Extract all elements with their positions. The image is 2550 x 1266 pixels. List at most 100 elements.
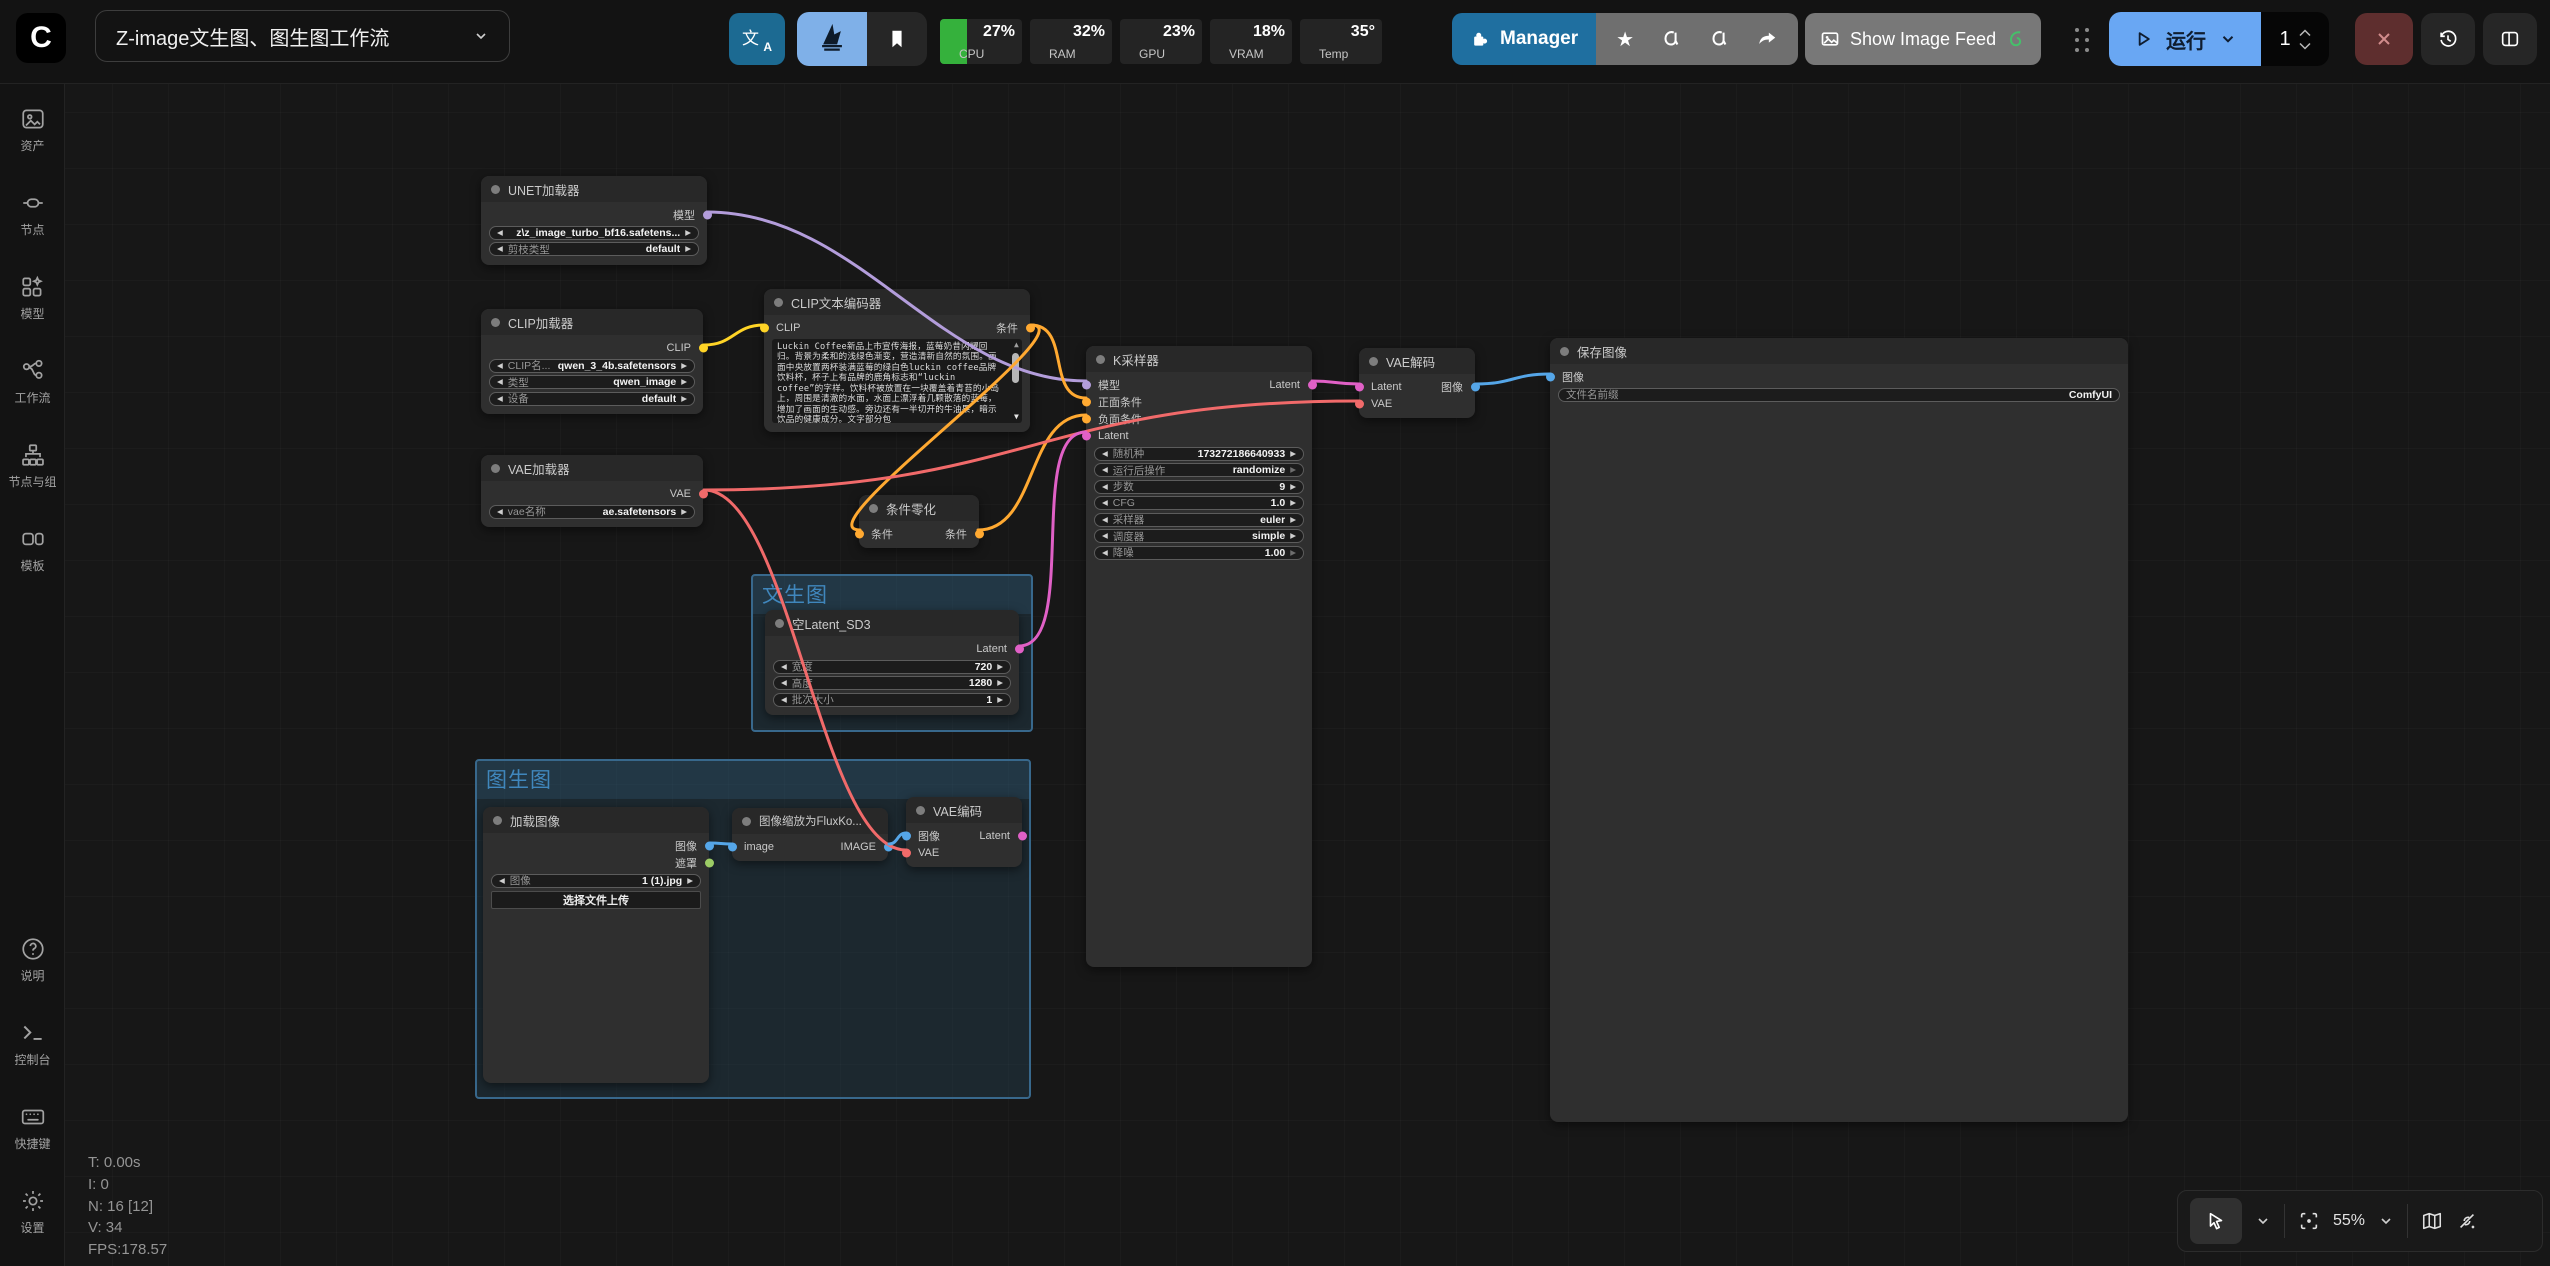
sidebar-item-nodes[interactable]: 节点 [0,190,65,238]
output-port-latent[interactable] [1308,380,1317,389]
node-image-scale-fluxkontext[interactable]: 图像缩放为FluxKo... image IMAGE [732,808,888,861]
widget-scheduler[interactable]: ◀ 调度器 simple ▶ [1094,529,1304,543]
run-button[interactable]: 运行 [2109,12,2261,66]
node-vae-encode[interactable]: VAE编码 图像 Latent VAE [906,797,1022,867]
increment-arrow-icon[interactable]: ▶ [1290,549,1296,557]
custom-a-icon[interactable] [1708,28,1730,50]
widget-image-file[interactable]: ◀ 图像 1 (1).jpg ▶ [491,874,701,888]
increment-arrow-icon[interactable]: ▶ [997,696,1003,704]
widget-filename-prefix[interactable]: 文件名前缀 ComfyUI [1558,388,2120,402]
node-ksampler[interactable]: K采样器 模型 Latent 正面条件 负面条件 Latent ◀ 随机种 17… [1086,346,1312,967]
panel-toggle-button[interactable] [2483,13,2537,65]
input-port-model[interactable] [1082,380,1091,389]
zoom-level[interactable]: 55% [2333,1212,2365,1230]
stepper-down-icon[interactable] [2299,42,2311,50]
decrement-arrow-icon[interactable]: ◀ [497,362,503,370]
output-port-vae[interactable] [699,489,708,498]
chevron-down-icon[interactable] [2255,1213,2271,1229]
increment-arrow-icon[interactable]: ▶ [685,245,691,253]
decrement-arrow-icon[interactable]: ◀ [1102,483,1108,491]
node-clip-text-encode[interactable]: CLIP文本编码器 CLIP 条件 Luckin Coffee新品上市宣传海报，… [764,289,1030,432]
decrement-arrow-icon[interactable]: ◀ [1102,450,1108,458]
cancel-button[interactable] [2355,13,2413,65]
increment-arrow-icon[interactable]: ▶ [681,378,687,386]
output-port-clip[interactable] [699,343,708,352]
input-port-image[interactable] [902,831,911,840]
node-save-image[interactable]: 保存图像 图像 文件名前缀 ComfyUI [1550,338,2128,1122]
widget-clip-type[interactable]: ◀ 类型 qwen_image ▶ [489,375,695,389]
fit-view-icon[interactable] [2298,1210,2320,1232]
output-port-image[interactable] [705,841,714,850]
increment-arrow-icon[interactable]: ▶ [1290,483,1296,491]
output-port-image[interactable] [1471,382,1480,391]
sidebar-item-assets[interactable]: 资产 [0,106,65,154]
sidebar-item-models[interactable]: 模型 [0,274,65,322]
widget-batch-size[interactable]: ◀ 批次大小 1 ▶ [773,693,1011,707]
widget-clip-name[interactable]: ◀ CLIP名... qwen_3_4b.safetensors ▶ [489,359,695,373]
widget-width[interactable]: ◀ 宽度 720 ▶ [773,660,1011,674]
decrement-arrow-icon[interactable]: ◀ [781,663,787,671]
widget-control-after-generate[interactable]: ◀ 运行后操作 randomize ▶ [1094,463,1304,477]
output-port-latent[interactable] [1018,831,1027,840]
input-port-image[interactable] [728,842,737,851]
decrement-arrow-icon[interactable]: ◀ [781,696,787,704]
sailboat-logo-button[interactable] [797,12,867,66]
output-port-model[interactable] [703,210,712,219]
widget-vae-name[interactable]: ◀ vae名称 ae.safetensors ▶ [489,505,695,519]
chevron-down-icon[interactable] [2219,30,2237,48]
scroll-up-icon[interactable]: ▲ [1014,340,1019,350]
custom-a-icon[interactable] [1660,28,1682,50]
input-port-vae[interactable] [902,848,911,857]
output-port-mask[interactable] [705,858,714,867]
decrement-arrow-icon[interactable]: ◀ [499,877,505,885]
input-port-vae[interactable] [1355,399,1364,408]
increment-arrow-icon[interactable]: ▶ [681,395,687,403]
scroll-down-icon[interactable]: ▼ [1014,412,1019,422]
decrement-arrow-icon[interactable]: ◀ [497,508,503,516]
manager-button[interactable]: Manager [1452,13,1596,65]
output-port-conditioning[interactable] [1026,323,1035,332]
sidebar-item-help[interactable]: 说明 [0,936,65,984]
pointer-tool-button[interactable] [2190,1198,2242,1244]
sidebar-item-templates[interactable]: 模板 [0,526,65,574]
share-icon[interactable] [1756,28,1778,50]
decrement-arrow-icon[interactable]: ◀ [1102,466,1108,474]
widget-clip-device[interactable]: ◀ 设备 default ▶ [489,392,695,406]
widget-sampler[interactable]: ◀ 采样器 euler ▶ [1094,513,1304,527]
decrement-arrow-icon[interactable]: ◀ [1102,516,1108,524]
workflow-title-menu[interactable]: Z-image文生图、图生图工作流 [95,10,510,62]
increment-arrow-icon[interactable]: ▶ [1290,466,1296,474]
batch-count-field[interactable]: 1 [2261,12,2329,66]
decrement-arrow-icon[interactable]: ◀ [781,679,787,687]
increment-arrow-icon[interactable]: ▶ [1290,450,1296,458]
widget-seed[interactable]: ◀ 随机种 173272186640933 ▶ [1094,447,1304,461]
decrement-arrow-icon[interactable]: ◀ [497,378,503,386]
bookmark-button[interactable] [867,12,927,66]
sidebar-item-nodes-groups[interactable]: 节点与组 [0,442,65,490]
history-button[interactable] [2421,13,2475,65]
output-port-image[interactable] [884,842,893,851]
sidebar-item-console[interactable]: 控制台 [0,1020,65,1068]
decrement-arrow-icon[interactable]: ◀ [497,245,503,253]
input-port-conditioning[interactable] [855,529,864,538]
choose-file-upload-button[interactable]: 选择文件上传 [491,891,701,909]
output-port-latent[interactable] [1015,644,1024,653]
widget-cfg[interactable]: ◀ CFG 1.0 ▶ [1094,496,1304,510]
widget-weight-dtype[interactable]: ◀ 剪枝类型 default ▶ [489,242,699,256]
widget-height[interactable]: ◀ 高度 1280 ▶ [773,676,1011,690]
decrement-arrow-icon[interactable]: ◀ [1102,532,1108,540]
stepper-up-icon[interactable] [2299,29,2311,37]
input-port-latent[interactable] [1082,431,1091,440]
sidebar-item-shortcuts[interactable]: 快捷键 [0,1104,65,1152]
increment-arrow-icon[interactable]: ▶ [687,877,693,885]
widget-steps[interactable]: ◀ 步数 9 ▶ [1094,480,1304,494]
drag-handle[interactable] [2075,28,2091,54]
node-conditioning-zero-out[interactable]: 条件零化 条件 条件 [859,495,979,548]
increment-arrow-icon[interactable]: ▶ [1290,516,1296,524]
output-port-conditioning[interactable] [975,529,984,538]
link-off-icon[interactable] [2456,1210,2478,1232]
star-button[interactable]: ★ [1616,27,1634,52]
prompt-textarea[interactable]: Luckin Coffee新品上市宣传海报，蓝莓奶昔闪耀回归。背景为柔和的浅绿色… [772,339,1022,423]
minimap-icon[interactable] [2421,1210,2443,1232]
increment-arrow-icon[interactable]: ▶ [1290,532,1296,540]
